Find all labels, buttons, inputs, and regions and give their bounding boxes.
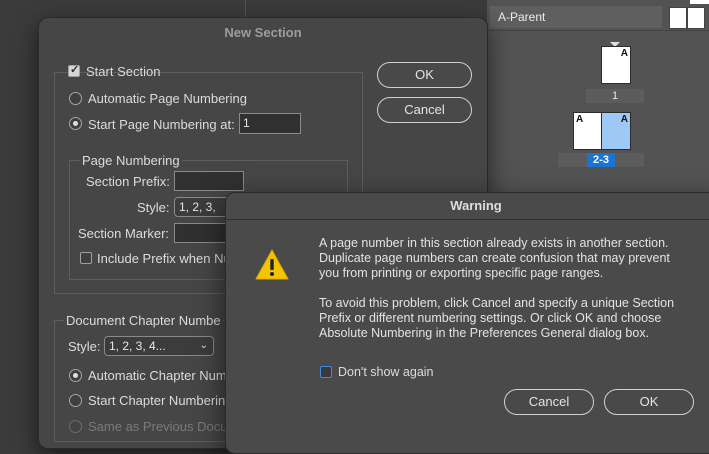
chapter-style-value: 1, 2, 3, 4...	[109, 339, 166, 353]
parent-page-label: A-Parent	[498, 10, 546, 24]
start-page-number-field[interactable]: 1	[239, 113, 301, 134]
same-as-previous-label: Same as Previous Docu	[88, 419, 228, 434]
warning-line-1: A page number in this section already ex…	[319, 236, 669, 250]
panel-top-corner	[690, 0, 709, 4]
start-section-checkbox[interactable]	[68, 63, 80, 77]
start-page-numbering-radio[interactable]	[69, 117, 82, 130]
spread-2-3-number[interactable]: 2-3	[587, 153, 615, 167]
start-page-numbering-label: Start Page Numbering at:	[88, 117, 235, 132]
warning-message: A page number in this section already ex…	[319, 236, 699, 341]
page-1-number[interactable]: 1	[586, 89, 644, 103]
include-prefix-checkbox[interactable]	[80, 252, 92, 264]
chapter-style-label: Style:	[68, 339, 101, 354]
dont-show-again-checkbox[interactable]	[320, 366, 332, 378]
warning-icon	[255, 249, 289, 280]
chapter-style-select[interactable]: 1, 2, 3, 4... ⌄	[104, 336, 214, 356]
automatic-chapter-numbering-radio[interactable]	[69, 369, 82, 382]
chevron-down-icon: ⌄	[199, 340, 208, 351]
same-as-previous-radio[interactable]	[69, 420, 82, 433]
page-2-parent-letter: A	[576, 114, 584, 125]
automatic-page-numbering-radio[interactable]	[69, 92, 82, 105]
page-1-parent-letter: A	[620, 48, 628, 59]
warning-line-5: Prefix or different numbering settings. …	[319, 311, 662, 325]
warning-line-6: Absolute Numbering in the Preferences Ge…	[319, 326, 650, 340]
parent-thumb-left[interactable]	[669, 7, 687, 29]
new-section-title: New Section	[224, 25, 302, 40]
warning-line-2: Duplicate page numbers can create confus…	[319, 251, 670, 265]
warning-titlebar-divider	[226, 219, 709, 220]
document-chapter-group-label: Document Chapter Numbe	[64, 313, 223, 328]
dont-show-again-label: Don't show again	[338, 365, 434, 379]
warning-line-3: you from printing or exporting specific …	[319, 266, 604, 280]
new-section-cancel-button[interactable]: Cancel	[377, 97, 472, 123]
warning-title: Warning	[450, 198, 502, 213]
page-2-thumbnail[interactable]: A	[573, 112, 603, 150]
new-section-ok-button[interactable]: OK	[377, 62, 472, 88]
page-1-thumbnail[interactable]: A	[601, 46, 631, 84]
parent-page-row[interactable]: A-Parent	[490, 6, 662, 28]
section-marker-label: Section Marker:	[78, 226, 170, 241]
start-chapter-numbering-radio[interactable]	[69, 394, 82, 407]
automatic-page-numbering-label: Automatic Page Numbering	[88, 91, 247, 106]
include-prefix-label: Include Prefix when Nu	[97, 251, 231, 266]
automatic-chapter-numbering-label: Automatic Chapter Num	[88, 368, 227, 383]
warning-line-4: To avoid this problem, click Cancel and …	[319, 296, 675, 310]
section-prefix-label: Section Prefix:	[86, 174, 170, 189]
page-3-parent-letter: A	[620, 114, 628, 125]
panel-divider	[487, 30, 709, 31]
section-prefix-field[interactable]	[174, 171, 244, 191]
warning-ok-button[interactable]: OK	[604, 389, 694, 415]
parent-thumb-right[interactable]	[687, 7, 705, 29]
start-section-label: Start Section	[86, 64, 161, 79]
page-3-thumbnail[interactable]: A	[601, 112, 631, 150]
style-label: Style:	[137, 200, 170, 215]
warning-cancel-button[interactable]: Cancel	[504, 389, 594, 415]
start-chapter-numbering-label: Start Chapter Numberin	[88, 393, 226, 408]
page-numbering-group-label: Page Numbering	[80, 153, 182, 168]
